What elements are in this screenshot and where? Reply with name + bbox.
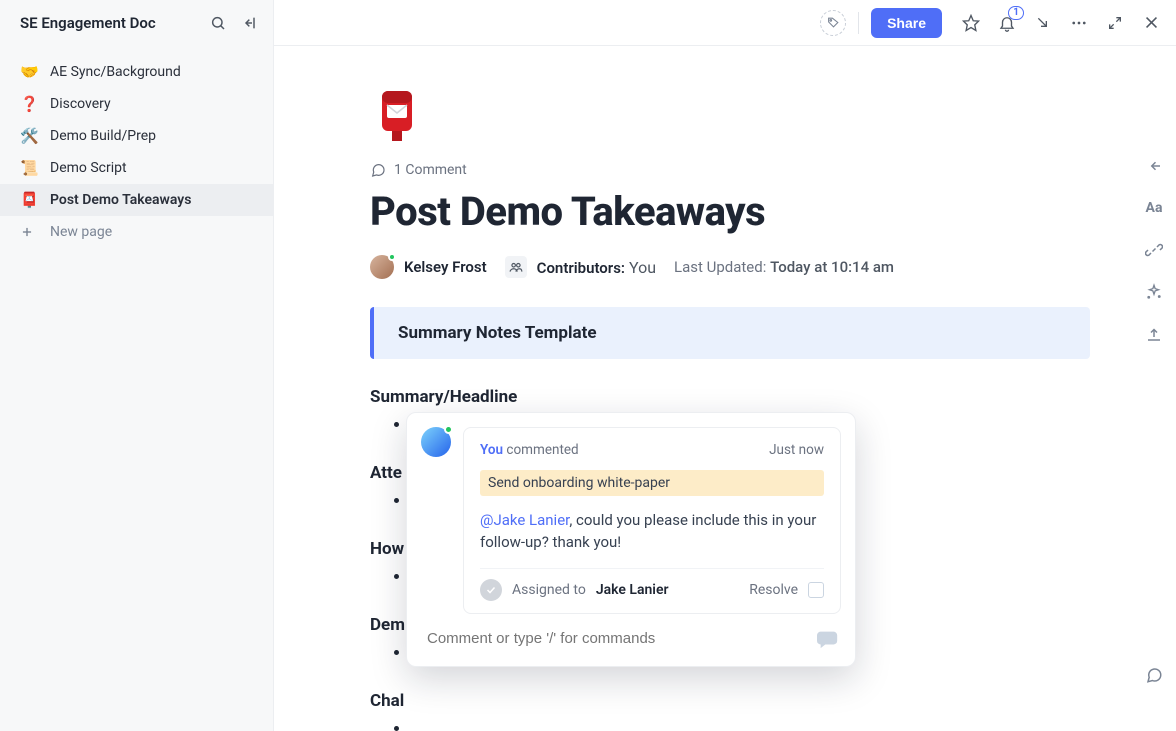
indent-icon[interactable]: [1144, 156, 1164, 176]
plus-icon: [20, 225, 38, 239]
comment-card: You commented Just now Send onboarding w…: [463, 427, 841, 614]
section-challenges[interactable]: Chal: [370, 691, 1090, 711]
meta-row: Kelsey Frost Contributors: You Last Upda…: [370, 255, 1090, 279]
assigned-label: Assigned to: [512, 582, 586, 598]
assign-check-icon[interactable]: [480, 579, 502, 601]
comment-count[interactable]: 1 Comment: [370, 162, 1090, 178]
presence-dot: [388, 253, 396, 261]
postbox-icon: 📮: [20, 191, 38, 209]
comment-input[interactable]: [427, 630, 807, 647]
comment-quoted: Send onboarding white-paper: [480, 470, 824, 496]
scroll-icon: 📜: [20, 159, 38, 177]
comment-head: You commented Just now: [480, 442, 824, 458]
star-icon[interactable]: [960, 12, 982, 34]
sidebar-item-new-page[interactable]: New page: [0, 216, 273, 248]
download-icon[interactable]: [1032, 12, 1054, 34]
list-item[interactable]: [410, 719, 1090, 731]
question-icon: ❓: [20, 95, 38, 113]
sidebar-header: SE Engagement Doc: [0, 0, 273, 46]
sidebar-item-label: Post Demo Takeaways: [50, 192, 191, 208]
upload-icon[interactable]: [1144, 324, 1164, 344]
resolve-button[interactable]: Resolve: [749, 582, 798, 598]
updated-value: Today at 10:14 am: [770, 258, 894, 276]
sidebar-item-ae-sync[interactable]: 🤝 AE Sync/Background: [0, 56, 273, 88]
sparkle-icon[interactable]: [1144, 282, 1164, 302]
right-rail: Aa: [1132, 46, 1176, 731]
comment-action: commented: [506, 442, 578, 458]
comment-input-row: [407, 614, 855, 666]
search-icon[interactable]: [207, 12, 229, 34]
author-chip[interactable]: Kelsey Frost: [370, 255, 487, 279]
sidebar-item-discovery[interactable]: ❓ Discovery: [0, 88, 273, 120]
contributors-label: Contributors:: [537, 259, 625, 277]
tools-icon: 🛠️: [20, 127, 38, 145]
tag-icon[interactable]: [820, 10, 846, 36]
contributors-chip[interactable]: Contributors: You: [505, 256, 656, 278]
link-icon[interactable]: [1144, 240, 1164, 260]
sidebar-list: 🤝 AE Sync/Background ❓ Discovery 🛠️ Demo…: [0, 46, 273, 248]
comment-body: @Jake Lanier, could you please include t…: [480, 510, 824, 554]
bell-icon[interactable]: 1: [996, 12, 1018, 34]
bell-badge: 1: [1008, 6, 1024, 20]
assigned-name: Jake Lanier: [596, 582, 669, 598]
resolve-checkbox[interactable]: [808, 582, 824, 598]
sidebar-item-label: New page: [50, 224, 112, 240]
people-icon: [505, 256, 527, 278]
divider: [858, 12, 859, 34]
contributors-value: You: [629, 258, 656, 277]
mention[interactable]: @Jake Lanier: [480, 511, 569, 529]
comment-popover: You commented Just now Send onboarding w…: [406, 412, 856, 667]
expand-icon[interactable]: [1104, 12, 1126, 34]
callout-summary-template[interactable]: Summary Notes Template: [370, 307, 1090, 359]
assign-row: Assigned to Jake Lanier Resolve: [480, 568, 824, 601]
collapse-sidebar-icon[interactable]: [239, 12, 261, 34]
sidebar-item-label: Discovery: [50, 96, 111, 112]
presence-dot: [444, 425, 453, 434]
send-icon[interactable]: [817, 628, 839, 650]
sidebar-item-label: Demo Build/Prep: [50, 128, 156, 144]
page-title[interactable]: Post Demo Takeaways: [370, 188, 1090, 235]
sidebar-item-demo-build[interactable]: 🛠️ Demo Build/Prep: [0, 120, 273, 152]
sidebar-header-icons: [207, 12, 261, 34]
sidebar-item-post-demo[interactable]: 📮 Post Demo Takeaways: [0, 184, 273, 216]
handshake-icon: 🤝: [20, 63, 38, 81]
sidebar: SE Engagement Doc 🤝 AE Sync/Background ❓…: [0, 0, 274, 731]
author-name: Kelsey Frost: [404, 258, 487, 276]
typography-icon[interactable]: Aa: [1144, 198, 1164, 218]
more-icon[interactable]: [1068, 12, 1090, 34]
topbar: Share 1: [274, 0, 1176, 46]
updated-label: Last Updated:: [674, 258, 766, 276]
sidebar-title: SE Engagement Doc: [20, 14, 207, 32]
comment-count-label: 1 Comment: [394, 162, 467, 178]
comment-author: You: [480, 442, 503, 458]
topbar-icons: 1: [960, 12, 1162, 34]
sidebar-item-label: Demo Script: [50, 160, 127, 176]
section-summary[interactable]: Summary/Headline: [370, 387, 1090, 407]
sidebar-item-label: AE Sync/Background: [50, 64, 181, 80]
comment-bubble-icon[interactable]: [1144, 665, 1164, 685]
avatar: [370, 255, 394, 279]
comment-avatar: [421, 427, 451, 457]
last-updated: Last Updated: Today at 10:14 am: [674, 258, 894, 276]
page-emoji-postbox[interactable]: [370, 86, 424, 144]
share-button[interactable]: Share: [871, 8, 942, 38]
close-icon[interactable]: [1140, 12, 1162, 34]
comment-time: Just now: [769, 442, 824, 458]
sidebar-item-demo-script[interactable]: 📜 Demo Script: [0, 152, 273, 184]
